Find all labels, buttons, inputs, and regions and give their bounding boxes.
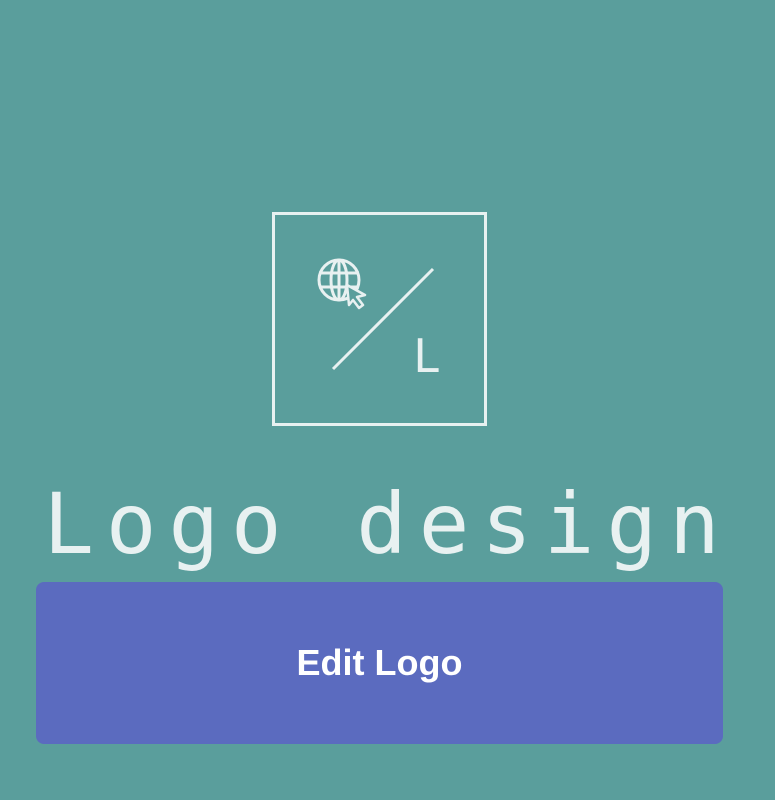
logo-frame: L (272, 212, 487, 426)
logo-graphic (317, 258, 435, 371)
logo-title: Logo design (43, 475, 732, 573)
logo-letter: L (413, 329, 441, 383)
globe-cursor-icon (317, 258, 367, 310)
edit-logo-button[interactable]: Edit Logo (36, 582, 723, 744)
